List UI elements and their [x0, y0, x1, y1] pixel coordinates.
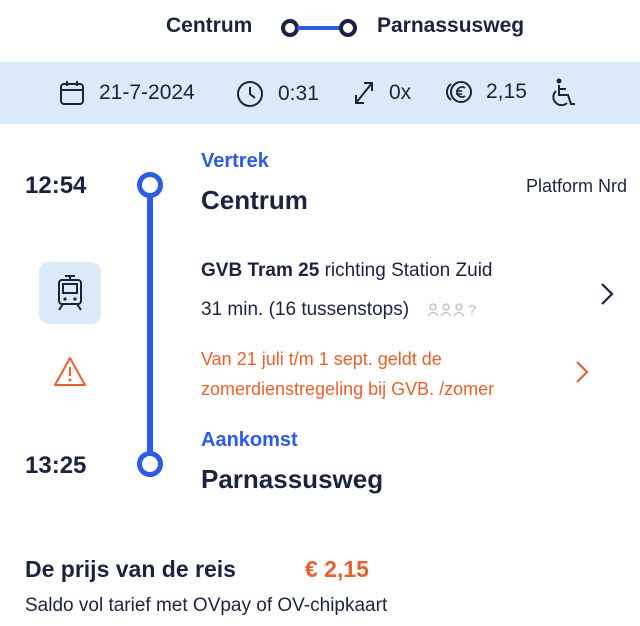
crowd-indicator: ? [427, 302, 476, 319]
departure-label: Vertrek [201, 150, 269, 172]
chevron-right-icon[interactable] [600, 282, 614, 306]
price-title: De prijs van de reis [25, 556, 236, 582]
leg-line-info[interactable]: GVB Tram 25 richting Station Zuid [201, 260, 492, 282]
euro-coins-icon [446, 81, 472, 103]
departure-time: 12:54 [25, 172, 87, 199]
trip-duration-text: 0:31 [278, 82, 319, 105]
trip-transfers: 0x [353, 80, 411, 106]
arrival-stop-dot [137, 451, 163, 477]
wheelchair-icon [552, 78, 575, 107]
trip-price-text: 2,15 [486, 80, 527, 103]
arrival-time: 13:25 [25, 452, 87, 479]
clock-icon [237, 81, 263, 107]
price-subtitle: Saldo vol tarief met OVpay of OV-chipkaa… [25, 595, 388, 616]
trip-price: 2,15 [442, 80, 527, 104]
crowd-unknown-mark: ? [468, 301, 477, 319]
leg-line-name: GVB Tram 25 [201, 260, 320, 281]
journey-timeline [147, 186, 153, 462]
departure-stop-dot [137, 172, 163, 198]
leg-duration-row[interactable]: 31 min. (16 tussenstops) ? [201, 299, 476, 321]
leg-direction: richting Station Zuid [324, 260, 493, 281]
price-value: € 2,15 [305, 556, 369, 582]
notice-chevron-right-icon[interactable] [575, 360, 589, 384]
trip-date: 21-7-2024 [59, 80, 195, 106]
tram-icon [58, 275, 82, 311]
accessibility [552, 78, 578, 108]
trip-info-bar: 21-7-2024 0:31 0x 2,15 [0, 62, 640, 124]
service-notice[interactable]: Van 21 juli t/m 1 sept. geldt de zomerdi… [201, 344, 581, 404]
warning-icon [54, 357, 86, 386]
departure-station: Centrum [201, 185, 308, 215]
arrival-label: Aankomst [201, 429, 298, 451]
route-to: Parnassusweg [377, 14, 525, 37]
arrival-station: Parnassusweg [201, 464, 384, 494]
calendar-icon [60, 81, 84, 105]
crowd-icon [427, 303, 465, 317]
transfers-icon [355, 82, 373, 104]
route-from: Centrum [166, 14, 253, 37]
trip-duration: 0:31 [236, 80, 319, 108]
leg-duration-stops: 31 min. (16 tussenstops) [201, 299, 410, 320]
departure-platform: Platform Nrd [525, 176, 627, 196]
tram-mode-badge [39, 262, 101, 324]
trip-transfers-text: 0x [389, 81, 412, 104]
route-header: Centrum Parnassusweg [0, 0, 640, 62]
route-connector-icon [281, 19, 357, 37]
trip-date-text: 21-7-2024 [99, 81, 195, 104]
